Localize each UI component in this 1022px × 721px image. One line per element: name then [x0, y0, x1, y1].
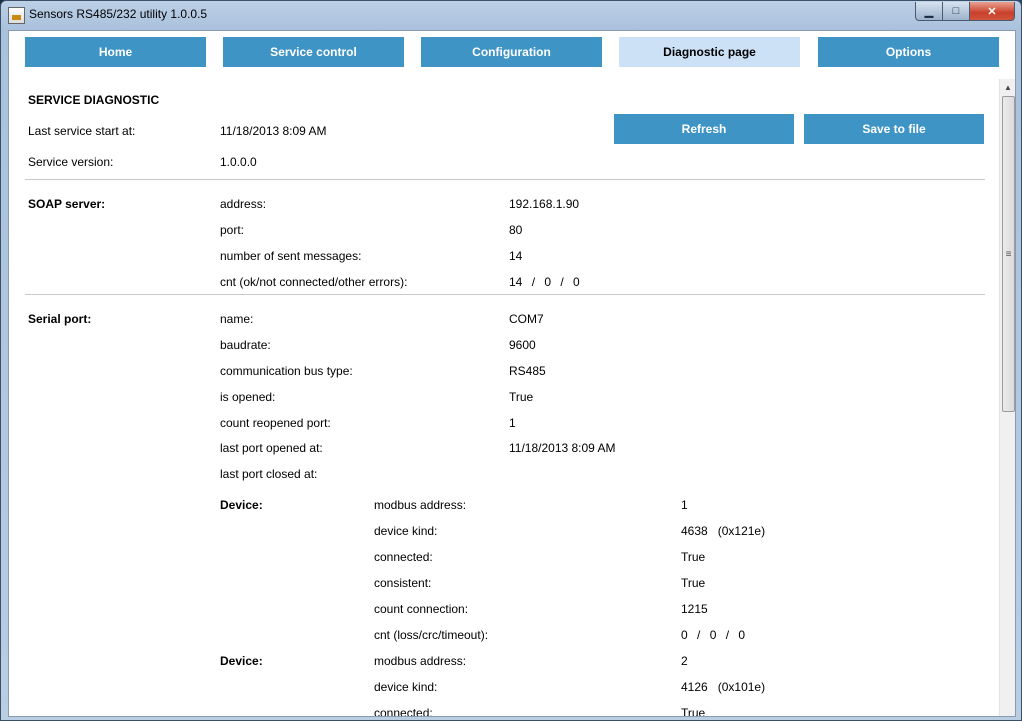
device-kind-label: device kind: — [374, 524, 438, 538]
scrollbar-thumb[interactable]: ≡ — [1002, 96, 1015, 412]
device-connected-value: True — [681, 550, 706, 564]
divider — [25, 179, 985, 180]
service-version-value: 1.0.0.0 — [220, 155, 257, 169]
service-start-value: 11/18/2013 8:09 AM — [220, 124, 327, 138]
soap-address-value: 192.168.1.90 — [509, 197, 580, 211]
device-modbus-address-label: modbus address: — [374, 498, 467, 512]
serial-is-opened-value: True — [509, 390, 534, 404]
soap-cnt-not-connected: 0 — [544, 275, 552, 289]
service-start-label: Last service start at: — [28, 124, 136, 138]
serial-reopened-value: 1 — [509, 416, 516, 430]
device-connected-label: connected: — [374, 550, 433, 564]
scroll-up-button[interactable]: ▲ — [1000, 79, 1015, 95]
minimize-button[interactable]: ▁ — [915, 2, 943, 21]
vertical-scrollbar[interactable]: ▲ ≡ — [999, 79, 1015, 716]
close-button[interactable]: ✕ — [969, 2, 1015, 21]
divider — [25, 294, 985, 295]
serial-heading: Serial port: — [28, 312, 92, 326]
device-kind-value: 4126 (0x101e) — [681, 680, 765, 694]
device-heading: Device: — [220, 498, 263, 512]
device-cnt-values: 0/0/0 — [681, 628, 746, 642]
soap-address-label: address: — [220, 197, 267, 211]
device-kind-decimal: 4126 — [681, 680, 708, 694]
serial-last-opened-label: last port opened at: — [220, 441, 323, 455]
tab-home[interactable]: Home — [25, 37, 206, 67]
minimize-icon: ▁ — [924, 5, 934, 18]
device-modbus-address-value: 1 — [681, 498, 688, 512]
device-kind-value: 4638 (0x121e) — [681, 524, 765, 538]
serial-baudrate-label: baudrate: — [220, 338, 271, 352]
close-icon: ✕ — [987, 5, 997, 18]
save-to-file-button[interactable]: Save to file — [804, 114, 984, 144]
window-title: Sensors RS485/232 utility 1.0.0.5 — [29, 7, 208, 21]
device-cnt-crc: 0 — [709, 628, 717, 642]
device-consistent-value: True — [681, 576, 706, 590]
section-title: SERVICE DIAGNOSTIC — [28, 93, 160, 107]
device-connected-value: True — [681, 706, 706, 717]
device-modbus-address-value: 2 — [681, 654, 688, 668]
serial-reopened-label: count reopened port: — [220, 416, 331, 430]
soap-cnt-values: 14/0/0 — [509, 275, 580, 289]
serial-bus-type-value: RS485 — [509, 364, 546, 378]
serial-name-value: COM7 — [509, 312, 544, 326]
device-modbus-address-label: modbus address: — [374, 654, 467, 668]
device-connected-label: connected: — [374, 706, 433, 717]
device-count-connection-label: count connection: — [374, 602, 469, 616]
grip-icon: ≡ — [1005, 248, 1012, 260]
device-kind-hex: (0x101e) — [717, 680, 766, 694]
tab-configuration[interactable]: Configuration — [421, 37, 602, 67]
service-version-label: Service version: — [28, 155, 114, 169]
device-count-connection-value: 1215 — [681, 602, 708, 616]
soap-port-label: port: — [220, 223, 245, 237]
device-consistent-label: consistent: — [374, 576, 432, 590]
device-cnt-loss: 0 — [681, 628, 688, 642]
soap-cnt-other-errors: 0 — [573, 275, 580, 289]
serial-is-opened-label: is opened: — [220, 390, 276, 404]
device-heading: Device: — [220, 654, 263, 668]
tab-service-control[interactable]: Service control — [223, 37, 404, 67]
serial-last-opened-value: 11/18/2013 8:09 AM — [509, 441, 616, 455]
chevron-up-icon: ▲ — [1004, 82, 1012, 92]
soap-sent-value: 14 — [509, 249, 523, 263]
client-area: Home Service control Configuration Diagn… — [8, 30, 1016, 717]
maximize-icon: □ — [952, 5, 960, 17]
tab-diagnostic-page[interactable]: Diagnostic page — [619, 37, 800, 67]
soap-port-value: 80 — [509, 223, 523, 237]
maximize-button[interactable]: □ — [942, 2, 970, 21]
serial-bus-type-label: communication bus type: — [220, 364, 353, 378]
app-icon — [8, 7, 25, 24]
device-cnt-label: cnt (loss/crc/timeout): — [374, 628, 489, 642]
soap-sent-label: number of sent messages: — [220, 249, 362, 263]
device-cnt-timeout: 0 — [738, 628, 746, 642]
tab-options[interactable]: Options — [818, 37, 999, 67]
soap-cnt-ok: 14 — [509, 275, 523, 289]
title-bar[interactable]: Sensors RS485/232 utility 1.0.0.5 ▁ □ ✕ — [1, 1, 1021, 29]
device-kind-decimal: 4638 — [681, 524, 708, 538]
device-kind-label: device kind: — [374, 680, 438, 694]
serial-name-label: name: — [220, 312, 254, 326]
app-window: Sensors RS485/232 utility 1.0.0.5 ▁ □ ✕ … — [0, 0, 1022, 721]
serial-last-closed-label: last port closed at: — [220, 467, 318, 481]
soap-heading: SOAP server: — [28, 197, 106, 211]
device-kind-hex: (0x121e) — [717, 524, 766, 538]
soap-cnt-label: cnt (ok/not connected/other errors): — [220, 275, 408, 289]
refresh-button[interactable]: Refresh — [614, 114, 794, 144]
serial-baudrate-value: 9600 — [509, 338, 536, 352]
